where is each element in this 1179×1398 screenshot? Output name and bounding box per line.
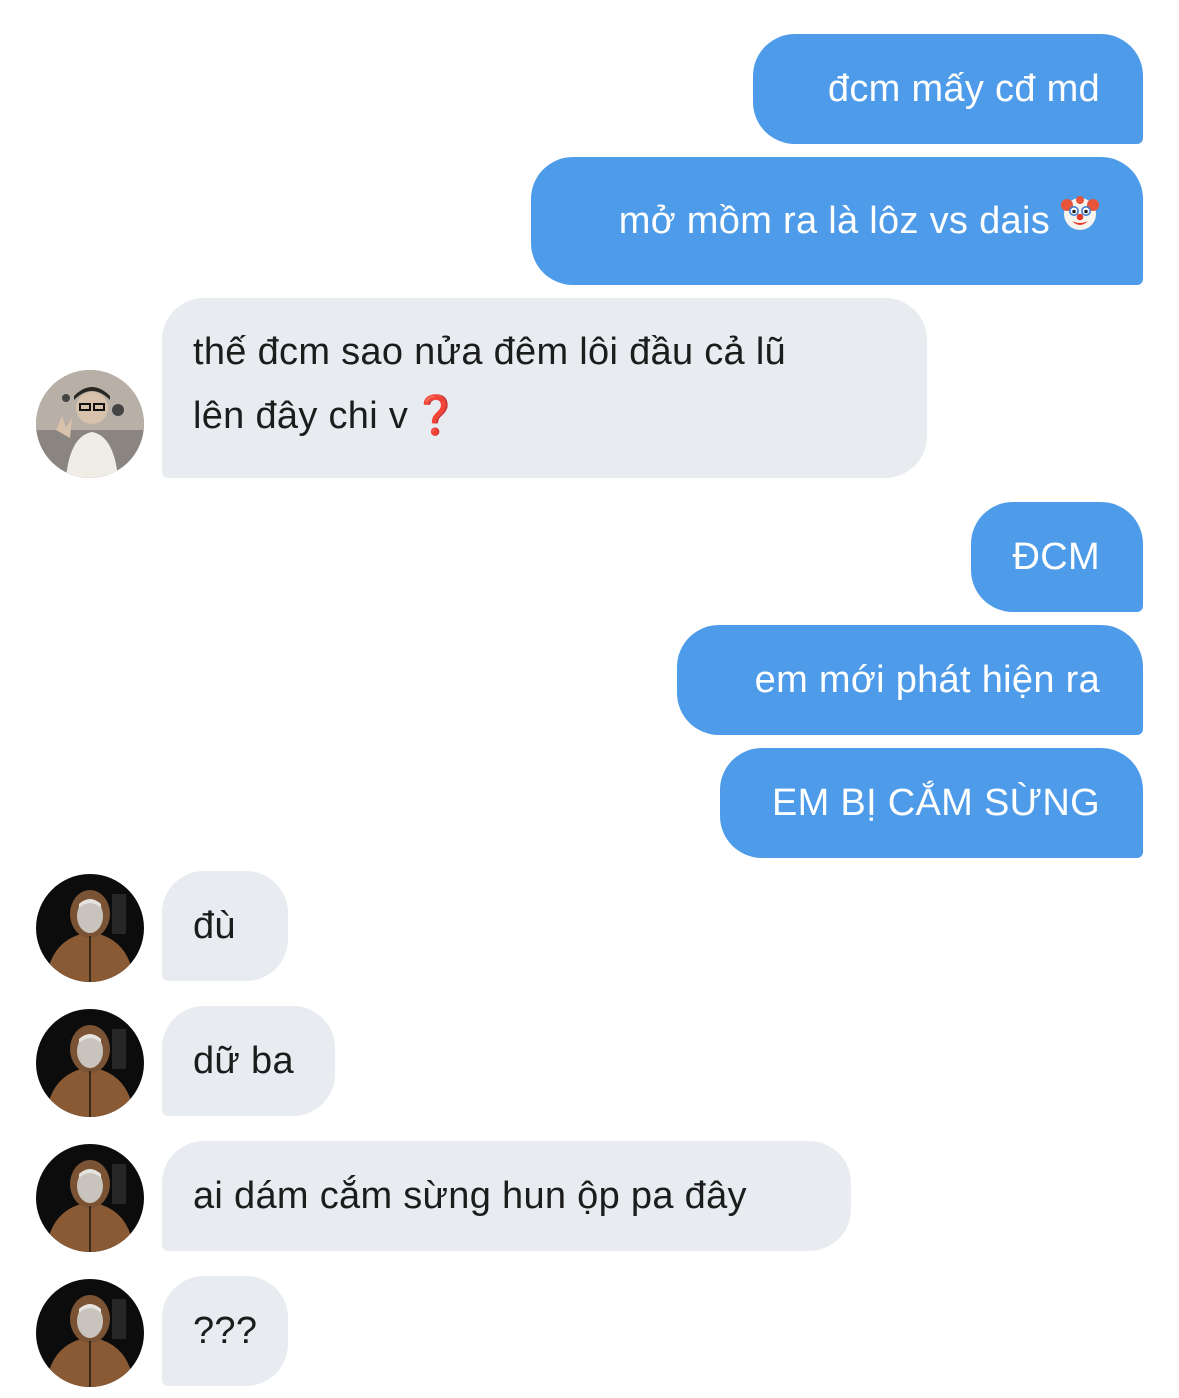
avatar[interactable] (36, 1009, 144, 1117)
message-text: EM BỊ CẮM SỪNG (771, 782, 1100, 824)
avatar-person-hoodie-icon (36, 1144, 144, 1252)
message-text: ??? (193, 1310, 258, 1352)
sent-message-bubble[interactable]: mở mồm ra là lôz vs dais (531, 157, 1143, 285)
clown-face-icon (1060, 189, 1100, 253)
received-message-bubble[interactable]: thế đcm sao nửa đêm lôi đầu cả lũ lên đâ… (162, 298, 927, 478)
avatar[interactable] (36, 370, 144, 478)
avatar[interactable] (36, 874, 144, 982)
sent-message-bubble[interactable]: em mới phát hiện ra (677, 625, 1143, 735)
sent-message-bubble[interactable]: đcm mấy cđ md (753, 34, 1143, 144)
message-text: đù (193, 905, 236, 947)
message-text: em mới phát hiện ra (754, 659, 1100, 701)
avatar-person-hoodie-icon (36, 874, 144, 982)
sent-message-bubble[interactable]: EM BỊ CẮM SỪNG (720, 748, 1143, 858)
sent-message-bubble[interactable]: ĐCM (971, 502, 1143, 612)
message-text: dữ ba (193, 1040, 294, 1082)
avatar[interactable] (36, 1279, 144, 1387)
message-text: đcm mấy cđ md (827, 68, 1100, 110)
received-message-bubble[interactable]: đù (162, 871, 288, 981)
avatar-person-glasses-icon (36, 370, 144, 478)
avatar[interactable] (36, 1144, 144, 1252)
message-text: ĐCM (1012, 536, 1100, 578)
message-text: mở mồm ra là lôz vs dais (618, 200, 1050, 242)
avatar-person-hoodie-icon (36, 1009, 144, 1117)
received-message-bubble[interactable]: ai dám cắm sừng hun ộp pa đây (162, 1141, 851, 1251)
received-message-bubble[interactable]: dữ ba (162, 1006, 335, 1116)
received-message-bubble[interactable]: ??? (162, 1276, 288, 1386)
message-line: thế đcm sao nửa đêm lôi đầu cả lũ (193, 331, 786, 373)
message-text: thế đcm sao nửa đêm lôi đầu cả lũ lên đâ… (193, 320, 786, 448)
message-line-text: lên đây chi v (193, 395, 409, 437)
message-text: ai dám cắm sừng hun ộp pa đây (193, 1175, 747, 1217)
avatar-person-hoodie-icon (36, 1279, 144, 1387)
red-question-mark-icon: ❓ (412, 395, 460, 437)
message-line: lên đây chi v ❓ (193, 384, 786, 448)
